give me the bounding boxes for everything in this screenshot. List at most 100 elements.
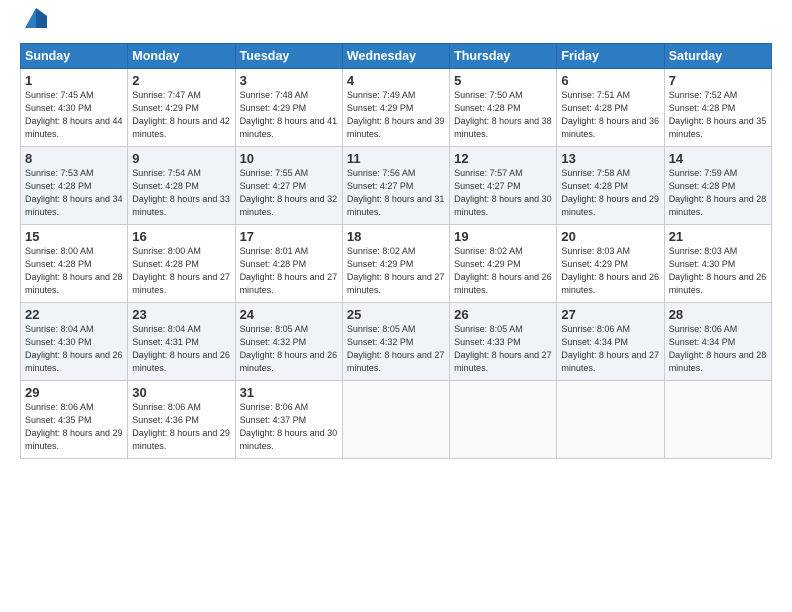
day-number: 21 xyxy=(669,229,767,244)
cell-text: Sunrise: 8:05 AM Sunset: 4:32 PM Dayligh… xyxy=(240,323,338,375)
week-row-4: 22 Sunrise: 8:04 AM Sunset: 4:30 PM Dayl… xyxy=(21,303,772,381)
day-number: 17 xyxy=(240,229,338,244)
week-row-5: 29 Sunrise: 8:06 AM Sunset: 4:35 PM Dayl… xyxy=(21,381,772,459)
day-number: 14 xyxy=(669,151,767,166)
cell: 4 Sunrise: 7:49 AM Sunset: 4:29 PM Dayli… xyxy=(342,69,449,147)
cell-text: Sunrise: 8:06 AM Sunset: 4:37 PM Dayligh… xyxy=(240,401,338,453)
day-number: 29 xyxy=(25,385,123,400)
cell-text: Sunrise: 7:49 AM Sunset: 4:29 PM Dayligh… xyxy=(347,89,445,141)
cell-text: Sunrise: 8:04 AM Sunset: 4:30 PM Dayligh… xyxy=(25,323,123,375)
day-number: 31 xyxy=(240,385,338,400)
col-sunday: Sunday xyxy=(21,44,128,69)
cell: 31 Sunrise: 8:06 AM Sunset: 4:37 PM Dayl… xyxy=(235,381,342,459)
cell: 14 Sunrise: 7:59 AM Sunset: 4:28 PM Dayl… xyxy=(664,147,771,225)
cell-text: Sunrise: 7:56 AM Sunset: 4:27 PM Dayligh… xyxy=(347,167,445,219)
cell-text: Sunrise: 7:50 AM Sunset: 4:28 PM Dayligh… xyxy=(454,89,552,141)
cell: 17 Sunrise: 8:01 AM Sunset: 4:28 PM Dayl… xyxy=(235,225,342,303)
cell xyxy=(342,381,449,459)
cell xyxy=(450,381,557,459)
col-wednesday: Wednesday xyxy=(342,44,449,69)
day-number: 16 xyxy=(132,229,230,244)
cell-text: Sunrise: 7:55 AM Sunset: 4:27 PM Dayligh… xyxy=(240,167,338,219)
cell-text: Sunrise: 7:48 AM Sunset: 4:29 PM Dayligh… xyxy=(240,89,338,141)
day-number: 8 xyxy=(25,151,123,166)
cell-text: Sunrise: 8:06 AM Sunset: 4:35 PM Dayligh… xyxy=(25,401,123,453)
day-number: 5 xyxy=(454,73,552,88)
day-number: 10 xyxy=(240,151,338,166)
day-number: 4 xyxy=(347,73,445,88)
cell-text: Sunrise: 8:05 AM Sunset: 4:33 PM Dayligh… xyxy=(454,323,552,375)
cell-text: Sunrise: 8:00 AM Sunset: 4:28 PM Dayligh… xyxy=(25,245,123,297)
day-number: 23 xyxy=(132,307,230,322)
cell: 28 Sunrise: 8:06 AM Sunset: 4:34 PM Dayl… xyxy=(664,303,771,381)
logo-icon xyxy=(25,8,47,33)
calendar-table: Sunday Monday Tuesday Wednesday Thursday… xyxy=(20,43,772,459)
logo xyxy=(20,16,47,33)
day-number: 7 xyxy=(669,73,767,88)
day-number: 20 xyxy=(561,229,659,244)
day-number: 3 xyxy=(240,73,338,88)
cell-text: Sunrise: 8:06 AM Sunset: 4:36 PM Dayligh… xyxy=(132,401,230,453)
cell: 8 Sunrise: 7:53 AM Sunset: 4:28 PM Dayli… xyxy=(21,147,128,225)
cell-text: Sunrise: 7:52 AM Sunset: 4:28 PM Dayligh… xyxy=(669,89,767,141)
cell-text: Sunrise: 8:06 AM Sunset: 4:34 PM Dayligh… xyxy=(561,323,659,375)
day-number: 24 xyxy=(240,307,338,322)
cell-text: Sunrise: 8:00 AM Sunset: 4:28 PM Dayligh… xyxy=(132,245,230,297)
day-number: 22 xyxy=(25,307,123,322)
cell: 9 Sunrise: 7:54 AM Sunset: 4:28 PM Dayli… xyxy=(128,147,235,225)
cell: 26 Sunrise: 8:05 AM Sunset: 4:33 PM Dayl… xyxy=(450,303,557,381)
cell: 3 Sunrise: 7:48 AM Sunset: 4:29 PM Dayli… xyxy=(235,69,342,147)
week-row-2: 8 Sunrise: 7:53 AM Sunset: 4:28 PM Dayli… xyxy=(21,147,772,225)
header xyxy=(20,16,772,33)
cell: 25 Sunrise: 8:05 AM Sunset: 4:32 PM Dayl… xyxy=(342,303,449,381)
day-number: 1 xyxy=(25,73,123,88)
cell-text: Sunrise: 7:45 AM Sunset: 4:30 PM Dayligh… xyxy=(25,89,123,141)
day-number: 27 xyxy=(561,307,659,322)
col-saturday: Saturday xyxy=(664,44,771,69)
day-number: 6 xyxy=(561,73,659,88)
day-number: 30 xyxy=(132,385,230,400)
cell: 2 Sunrise: 7:47 AM Sunset: 4:29 PM Dayli… xyxy=(128,69,235,147)
header-row: Sunday Monday Tuesday Wednesday Thursday… xyxy=(21,44,772,69)
cell xyxy=(557,381,664,459)
cell xyxy=(664,381,771,459)
cell-text: Sunrise: 8:03 AM Sunset: 4:30 PM Dayligh… xyxy=(669,245,767,297)
cell: 20 Sunrise: 8:03 AM Sunset: 4:29 PM Dayl… xyxy=(557,225,664,303)
cell-text: Sunrise: 7:47 AM Sunset: 4:29 PM Dayligh… xyxy=(132,89,230,141)
day-number: 13 xyxy=(561,151,659,166)
cell: 15 Sunrise: 8:00 AM Sunset: 4:28 PM Dayl… xyxy=(21,225,128,303)
cell-text: Sunrise: 8:03 AM Sunset: 4:29 PM Dayligh… xyxy=(561,245,659,297)
cell: 19 Sunrise: 8:02 AM Sunset: 4:29 PM Dayl… xyxy=(450,225,557,303)
cell-text: Sunrise: 8:06 AM Sunset: 4:34 PM Dayligh… xyxy=(669,323,767,375)
cell: 18 Sunrise: 8:02 AM Sunset: 4:29 PM Dayl… xyxy=(342,225,449,303)
cell-text: Sunrise: 7:57 AM Sunset: 4:27 PM Dayligh… xyxy=(454,167,552,219)
cell-text: Sunrise: 7:53 AM Sunset: 4:28 PM Dayligh… xyxy=(25,167,123,219)
week-row-1: 1 Sunrise: 7:45 AM Sunset: 4:30 PM Dayli… xyxy=(21,69,772,147)
page: Sunday Monday Tuesday Wednesday Thursday… xyxy=(0,0,792,471)
cell: 6 Sunrise: 7:51 AM Sunset: 4:28 PM Dayli… xyxy=(557,69,664,147)
cell-text: Sunrise: 7:51 AM Sunset: 4:28 PM Dayligh… xyxy=(561,89,659,141)
col-monday: Monday xyxy=(128,44,235,69)
day-number: 25 xyxy=(347,307,445,322)
cell-text: Sunrise: 8:05 AM Sunset: 4:32 PM Dayligh… xyxy=(347,323,445,375)
cell-text: Sunrise: 8:02 AM Sunset: 4:29 PM Dayligh… xyxy=(347,245,445,297)
cell: 16 Sunrise: 8:00 AM Sunset: 4:28 PM Dayl… xyxy=(128,225,235,303)
day-number: 26 xyxy=(454,307,552,322)
cell: 11 Sunrise: 7:56 AM Sunset: 4:27 PM Dayl… xyxy=(342,147,449,225)
day-number: 12 xyxy=(454,151,552,166)
cell: 10 Sunrise: 7:55 AM Sunset: 4:27 PM Dayl… xyxy=(235,147,342,225)
day-number: 2 xyxy=(132,73,230,88)
cell: 30 Sunrise: 8:06 AM Sunset: 4:36 PM Dayl… xyxy=(128,381,235,459)
cell-text: Sunrise: 7:58 AM Sunset: 4:28 PM Dayligh… xyxy=(561,167,659,219)
cell: 22 Sunrise: 8:04 AM Sunset: 4:30 PM Dayl… xyxy=(21,303,128,381)
day-number: 15 xyxy=(25,229,123,244)
col-friday: Friday xyxy=(557,44,664,69)
cell: 27 Sunrise: 8:06 AM Sunset: 4:34 PM Dayl… xyxy=(557,303,664,381)
day-number: 28 xyxy=(669,307,767,322)
day-number: 19 xyxy=(454,229,552,244)
cell: 12 Sunrise: 7:57 AM Sunset: 4:27 PM Dayl… xyxy=(450,147,557,225)
cell: 1 Sunrise: 7:45 AM Sunset: 4:30 PM Dayli… xyxy=(21,69,128,147)
cell-text: Sunrise: 7:54 AM Sunset: 4:28 PM Dayligh… xyxy=(132,167,230,219)
col-thursday: Thursday xyxy=(450,44,557,69)
col-tuesday: Tuesday xyxy=(235,44,342,69)
